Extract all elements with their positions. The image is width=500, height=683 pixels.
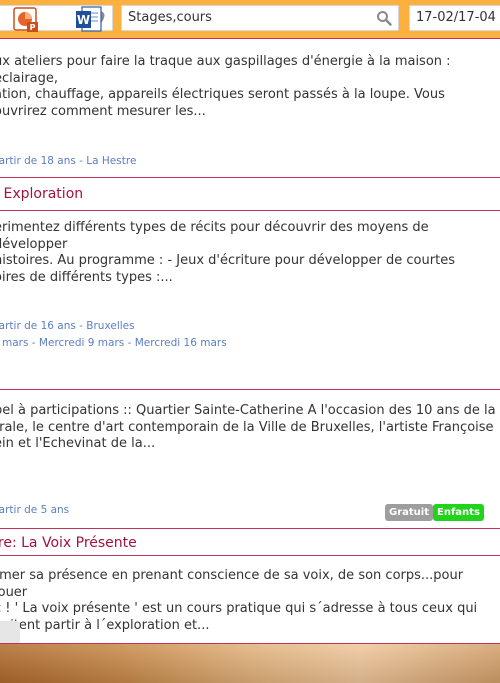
listing-description: pel à participations :: Quartier Sainte-… bbox=[0, 403, 496, 451]
listing-title[interactable]: - Exploration bbox=[0, 186, 83, 202]
listing-meta: partir de 5 ans bbox=[0, 504, 70, 516]
separator bbox=[0, 389, 500, 390]
separator bbox=[0, 555, 500, 556]
query-value: Stages,cours bbox=[128, 10, 212, 25]
listing-description: rmer sa présence en prenant conscience d… bbox=[0, 568, 478, 633]
search-icon[interactable] bbox=[376, 10, 392, 26]
listing-title[interactable]: ire: La Voix Présente bbox=[0, 535, 137, 551]
powerpoint-icon[interactable]: P bbox=[12, 4, 42, 34]
separator bbox=[0, 528, 500, 529]
word-icon[interactable]: W bbox=[74, 4, 104, 34]
listing-dates: 2 mars - Mercredi 9 mars - Mercredi 16 m… bbox=[0, 337, 227, 349]
svg-text:P: P bbox=[30, 23, 36, 32]
listing-description: érimentez différents types de récits pou… bbox=[0, 220, 455, 285]
date-range-input[interactable]: 17-02/17-04 bbox=[409, 5, 500, 31]
free-badge: Gratuit bbox=[385, 504, 433, 521]
listing-meta: partir de 18 ans - La Hestre bbox=[0, 155, 137, 167]
separator bbox=[0, 38, 500, 39]
taskbar bbox=[0, 644, 500, 683]
svg-text:W: W bbox=[77, 13, 90, 27]
listing-description: ux ateliers pour faire la traque aux gas… bbox=[0, 54, 451, 119]
separator bbox=[0, 210, 500, 211]
query-input[interactable]: Stages,cours bbox=[121, 5, 399, 31]
children-badge: Enfants bbox=[433, 504, 484, 521]
separator bbox=[0, 177, 500, 178]
scroll-button[interactable] bbox=[0, 621, 20, 644]
date-value: 17-02/17-04 bbox=[416, 10, 496, 25]
listing-meta: partir de 16 ans - Bruxelles bbox=[0, 320, 135, 332]
